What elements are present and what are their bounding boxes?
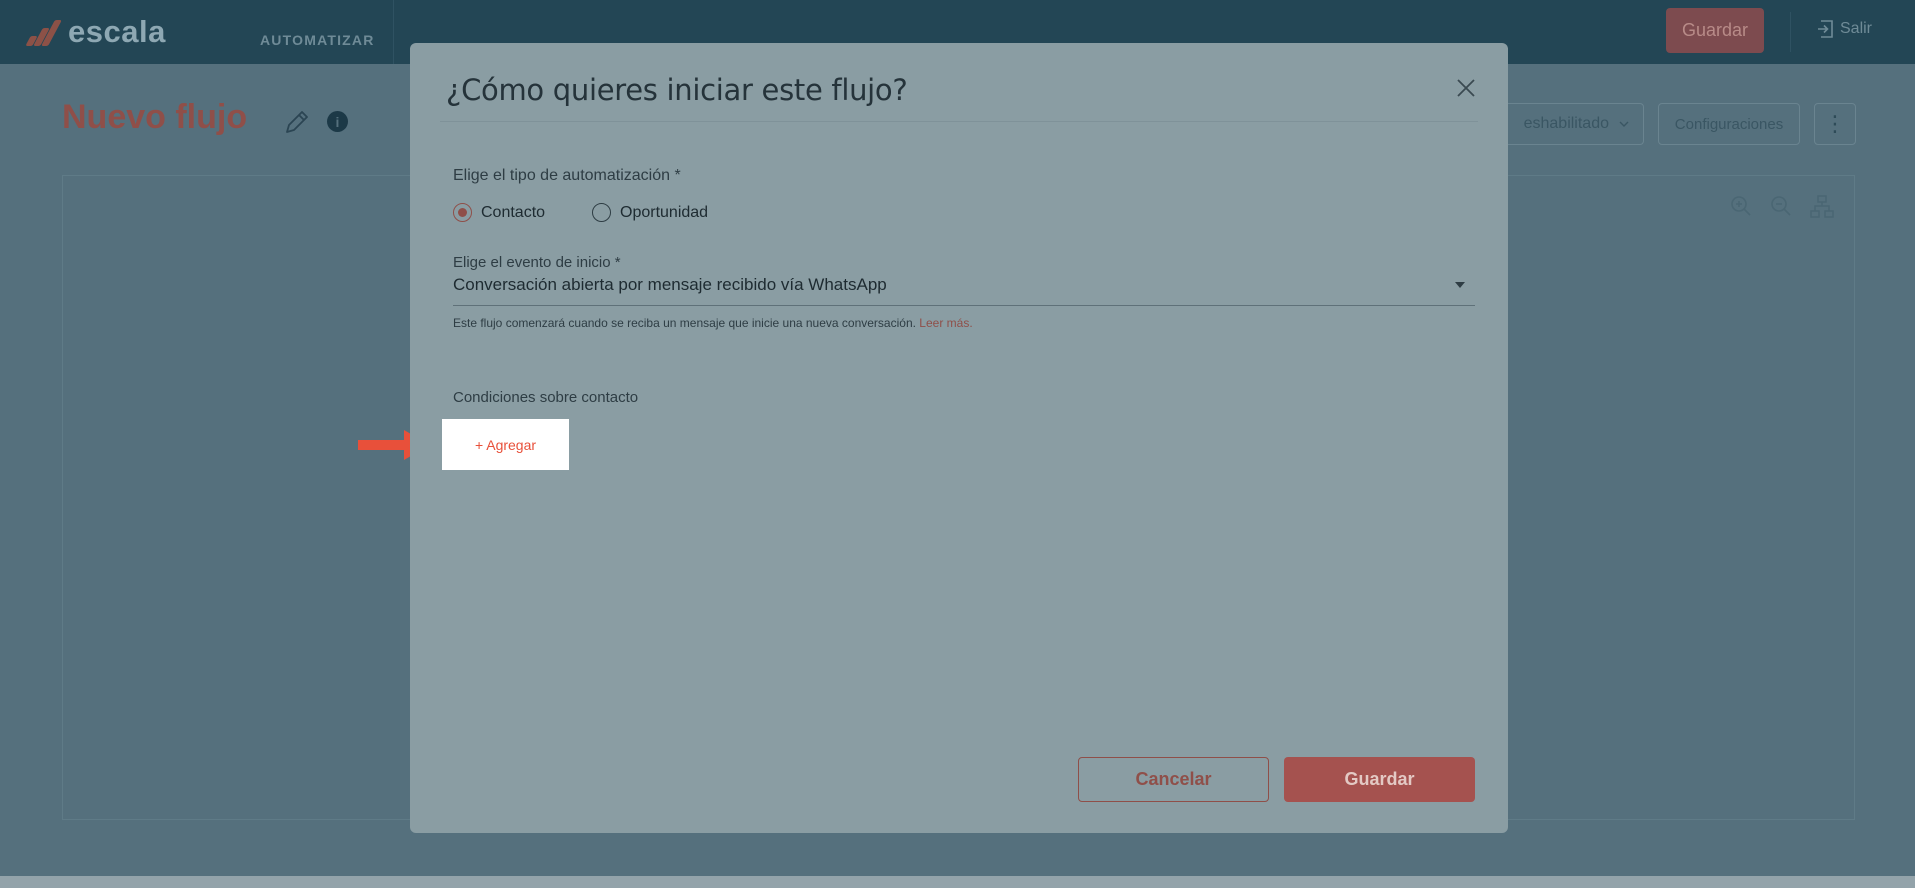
info-icon[interactable]: i <box>327 111 348 132</box>
zoom-in-icon[interactable] <box>1730 195 1752 217</box>
add-condition-highlight: + Agregar <box>442 419 569 470</box>
radio-oportunidad[interactable]: Oportunidad <box>592 203 708 222</box>
nav-automatizar[interactable]: AUTOMATIZAR <box>260 32 375 48</box>
modal-divider <box>440 121 1478 122</box>
header-divider <box>1790 12 1791 52</box>
start-event-helper: Este flujo comenzará cuando se reciba un… <box>453 316 973 330</box>
radio-oportunidad-label: Oportunidad <box>620 203 709 221</box>
dropdown-arrow-icon <box>1455 282 1465 288</box>
exit-button[interactable]: Salir <box>1818 20 1872 38</box>
status-dropdown[interactable]: eshabilitado <box>1490 103 1644 145</box>
conditions-label: Condiciones sobre contacto <box>453 389 639 406</box>
radio-selected-icon <box>453 203 472 222</box>
radio-unselected-icon <box>592 203 611 222</box>
modal-title: ¿Cómo quieres iniciar este flujo? <box>446 73 908 107</box>
radio-contacto-label: Contacto <box>481 203 546 221</box>
radio-contacto[interactable]: Contacto <box>453 203 545 222</box>
start-event-select[interactable]: Conversación abierta por mensaje recibid… <box>453 275 1475 306</box>
save-button[interactable]: Guardar <box>1284 757 1475 802</box>
exit-icon <box>1818 20 1833 38</box>
header-save-button[interactable]: Guardar <box>1666 8 1764 53</box>
logo[interactable]: escala <box>20 14 166 50</box>
status-label: eshabilitado <box>1523 115 1609 132</box>
start-event-value: Conversación abierta por mensaje recibid… <box>453 275 887 294</box>
logo-icon <box>20 16 62 48</box>
nav-divider <box>393 0 394 64</box>
page-title: Nuevo flujo <box>62 98 248 136</box>
automation-type-label: Elige el tipo de automatización * <box>453 167 681 184</box>
start-event-label: Elige el evento de inicio * <box>453 254 621 271</box>
config-button[interactable]: Configuraciones <box>1658 103 1800 145</box>
exit-label: Salir <box>1840 20 1873 37</box>
more-menu-button[interactable]: ⋮ <box>1814 103 1856 145</box>
add-condition-button[interactable]: + Agregar <box>475 437 536 453</box>
edit-icon[interactable] <box>283 108 311 136</box>
helper-text: Este flujo comenzará cuando se reciba un… <box>453 316 916 330</box>
start-flow-modal: ¿Cómo quieres iniciar este flujo? Elige … <box>410 43 1508 833</box>
layout-tree-icon[interactable] <box>1810 195 1834 219</box>
chevron-down-icon <box>1619 121 1629 127</box>
read-more-link[interactable]: Leer más. <box>919 316 972 330</box>
cancel-button[interactable]: Cancelar <box>1078 757 1269 802</box>
bottom-strip <box>0 876 1915 888</box>
zoom-out-icon[interactable] <box>1770 195 1792 217</box>
logo-text: escala <box>68 14 166 49</box>
close-icon[interactable] <box>1456 78 1476 98</box>
